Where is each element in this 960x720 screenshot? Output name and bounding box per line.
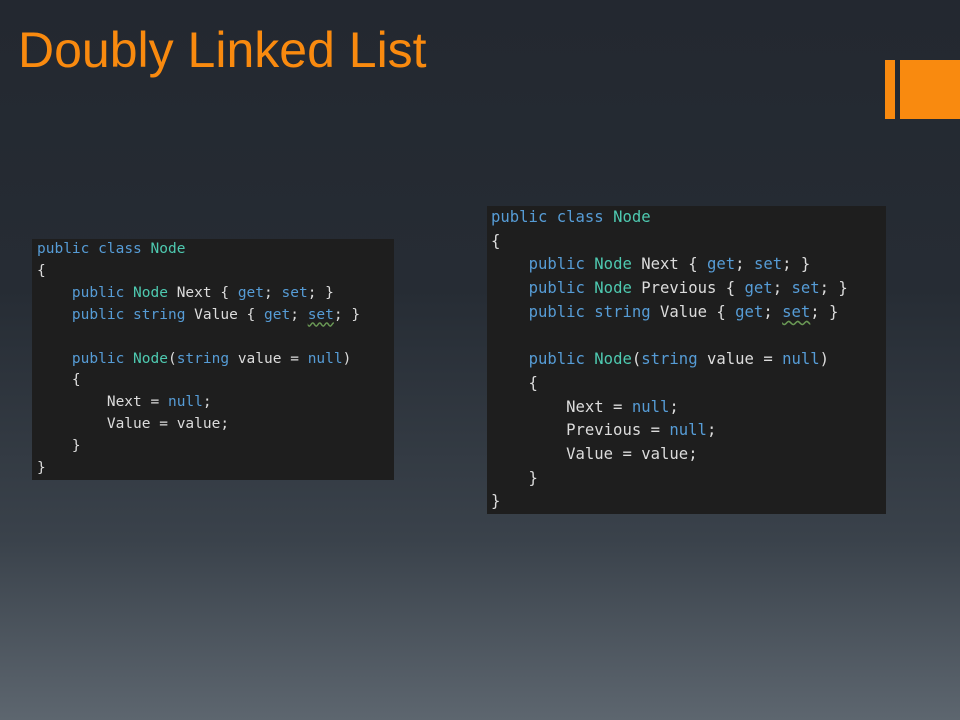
code-line: Next = null; [566, 397, 679, 416]
slide: Doubly Linked List public class Node { pu… [0, 0, 960, 720]
code-line: public string Value { get; set; } [528, 302, 839, 321]
title-accent-bar-thick [900, 60, 960, 119]
code-line: } [491, 468, 538, 487]
code-snippet-doubly-node: public class Node { public Node Next { ge… [487, 206, 886, 514]
code-line: public class Node [37, 241, 186, 257]
code-line: public string Value { get; set; } [71, 306, 361, 323]
code-line: public Node Next { get; set; } [528, 255, 811, 274]
code-line: Value = value; [566, 445, 698, 464]
code-line: Previous = null; [566, 421, 717, 440]
code-line: } [37, 460, 46, 477]
code-line: } [491, 492, 501, 511]
code-line: public class Node [491, 208, 651, 226]
code-snippet-singly-node: public class Node { public Node Next { ge… [32, 239, 394, 480]
title-accent-bar-thin [885, 60, 895, 119]
slide-title: Doubly Linked List [18, 22, 427, 78]
code-line: public Node Previous { get; set; } [528, 279, 848, 298]
code-line: { [37, 372, 81, 389]
code-line: public Node(string value = null) [528, 350, 830, 369]
code-line: { [491, 373, 538, 392]
code-line: Next = null; [106, 394, 212, 411]
code-line: public Node(string value = null) [71, 350, 352, 367]
code-block: public class Node { public Node Next { ge… [491, 206, 886, 514]
code-block: public class Node { public Node Next { ge… [37, 239, 394, 480]
code-line: } [37, 438, 81, 455]
code-line: { [491, 231, 501, 250]
code-line: { [37, 262, 46, 279]
code-line: public Node Next { get; set; } [71, 284, 334, 301]
code-line: Value = value; [106, 416, 230, 433]
